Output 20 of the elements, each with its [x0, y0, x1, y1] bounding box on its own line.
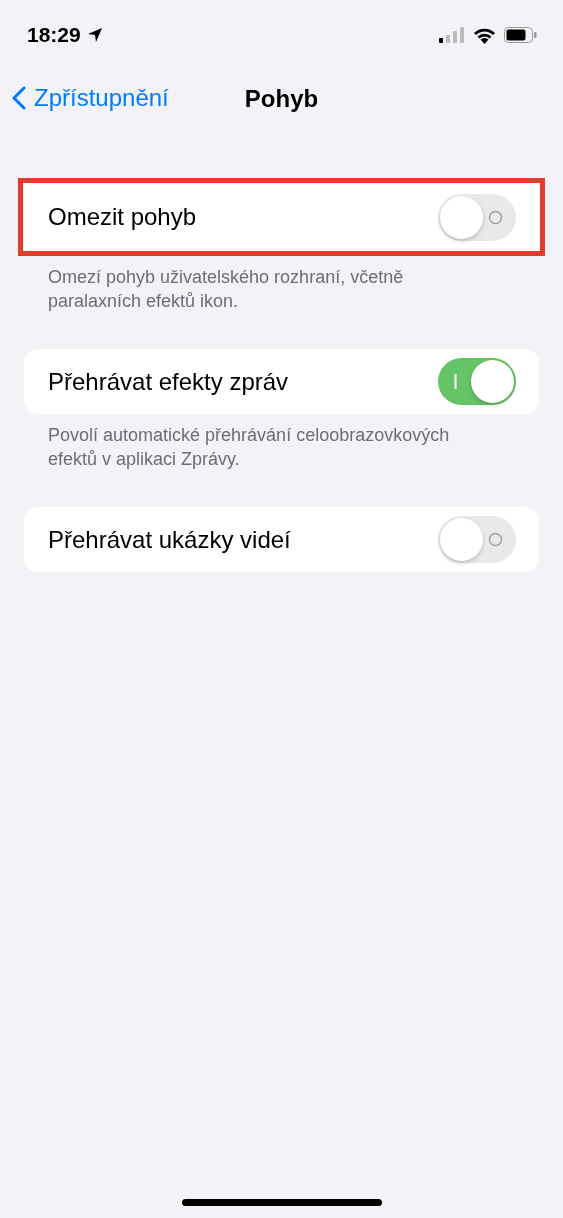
- battery-icon: [504, 27, 537, 43]
- home-indicator[interactable]: [181, 1199, 382, 1206]
- toggle-switch[interactable]: [438, 516, 516, 563]
- on-label-icon: [454, 374, 457, 389]
- setting-label: Přehrávat ukázky videí: [48, 525, 291, 554]
- toggle-switch[interactable]: [438, 358, 516, 405]
- back-button[interactable]: Zpřístupnění: [12, 84, 169, 112]
- page-title: Pohyb: [244, 85, 319, 113]
- status-time: 18:29: [27, 23, 81, 47]
- setting-footnote: Povolí automatické přehrávání celoobrazovkových efektů v aplikaci Zprávy.: [48, 424, 451, 471]
- setting-label: Přehrávat efekty zpráv: [48, 367, 289, 396]
- signal-icon: [439, 27, 465, 43]
- setting-label: Omezit pohyb: [48, 203, 197, 231]
- setting-footnote: Omezí pohyb uživatelského rozhraní, včetně paralaxních efektů ikon.: [48, 266, 405, 313]
- off-label-icon: [488, 532, 503, 547]
- off-label-icon: [488, 209, 503, 225]
- toggle-switch[interactable]: [438, 193, 516, 241]
- back-chevron-icon: [12, 86, 26, 110]
- wifi-icon: [473, 26, 496, 44]
- location-arrow-icon: [86, 27, 103, 43]
